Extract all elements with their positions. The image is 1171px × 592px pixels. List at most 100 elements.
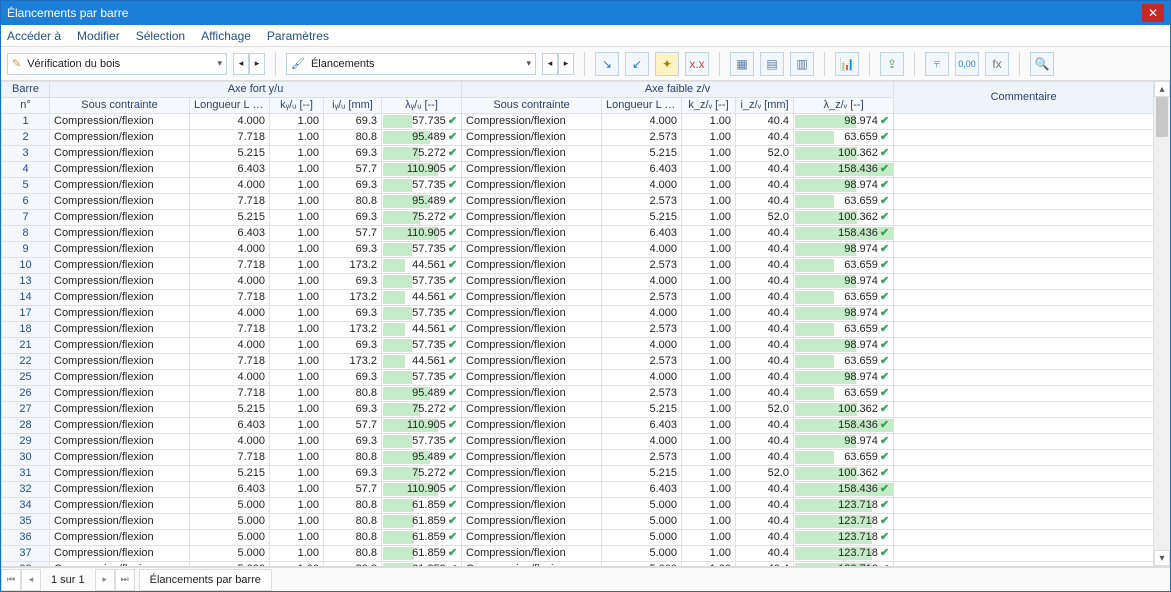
table-row[interactable]: 25Compression/flexion4.0001.0069.357.735… xyxy=(2,370,1154,386)
cell-kz[interactable]: 1.00 xyxy=(682,162,736,178)
cell-iy[interactable]: 80.8 xyxy=(324,546,382,562)
cell-constraint-z[interactable]: Compression/flexion xyxy=(462,306,602,322)
cell-lamy[interactable]: 95.489✔ xyxy=(382,194,462,210)
cell-kz[interactable]: 1.00 xyxy=(682,194,736,210)
cell-lamz[interactable]: 63.659✔ xyxy=(794,290,894,306)
hdr-lamy[interactable]: λᵧ/ᵤ [--] xyxy=(382,98,462,114)
cell-lamy[interactable]: 61.859✔ xyxy=(382,514,462,530)
cell-comment[interactable] xyxy=(894,386,1154,402)
cell-lamz[interactable]: 158.436✔ xyxy=(794,226,894,242)
cell-iz[interactable]: 40.4 xyxy=(736,114,794,130)
cell-iy[interactable]: 57.7 xyxy=(324,226,382,242)
cell-lamy[interactable]: 57.735✔ xyxy=(382,306,462,322)
cell-iz[interactable]: 40.4 xyxy=(736,290,794,306)
cell-lamz[interactable]: 100.362✔ xyxy=(794,210,894,226)
cell-constraint-z[interactable]: Compression/flexion xyxy=(462,530,602,546)
cell-ky[interactable]: 1.00 xyxy=(270,354,324,370)
cell-constraint-z[interactable]: Compression/flexion xyxy=(462,354,602,370)
cell-lamz[interactable]: 123.718✔ xyxy=(794,498,894,514)
cell-rownum[interactable]: 31 xyxy=(2,466,50,482)
cell-Ly[interactable]: 4.000 xyxy=(190,242,270,258)
cell-ky[interactable]: 1.00 xyxy=(270,130,324,146)
cell-lamy[interactable]: 44.561✔ xyxy=(382,258,462,274)
cell-iz[interactable]: 40.4 xyxy=(736,162,794,178)
cell-constraint-y[interactable]: Compression/flexion xyxy=(50,354,190,370)
cell-iz[interactable]: 40.4 xyxy=(736,386,794,402)
cell-Ly[interactable]: 4.000 xyxy=(190,178,270,194)
cell-ky[interactable]: 1.00 xyxy=(270,290,324,306)
cell-lamz[interactable]: 98.974✔ xyxy=(794,306,894,322)
cell-ky[interactable]: 1.00 xyxy=(270,386,324,402)
cell-constraint-y[interactable]: Compression/flexion xyxy=(50,530,190,546)
cell-rownum[interactable]: 1 xyxy=(2,114,50,130)
cell-Ly[interactable]: 5.000 xyxy=(190,546,270,562)
cell-rownum[interactable]: 26 xyxy=(2,386,50,402)
cell-Ly[interactable]: 5.215 xyxy=(190,210,270,226)
table-row[interactable]: 26Compression/flexion7.7181.0080.895.489… xyxy=(2,386,1154,402)
cell-Ly[interactable]: 4.000 xyxy=(190,114,270,130)
cell-constraint-y[interactable]: Compression/flexion xyxy=(50,338,190,354)
cell-lamz[interactable]: 63.659✔ xyxy=(794,258,894,274)
cell-Ly[interactable]: 4.000 xyxy=(190,370,270,386)
cell-rownum[interactable]: 7 xyxy=(2,210,50,226)
cell-iz[interactable]: 40.4 xyxy=(736,178,794,194)
cell-constraint-z[interactable]: Compression/flexion xyxy=(462,546,602,562)
cell-Lz[interactable]: 4.000 xyxy=(602,242,682,258)
cell-kz[interactable]: 1.00 xyxy=(682,546,736,562)
cell-constraint-z[interactable]: Compression/flexion xyxy=(462,386,602,402)
cell-lamz[interactable]: 123.718✔ xyxy=(794,546,894,562)
cell-Ly[interactable]: 7.718 xyxy=(190,130,270,146)
cell-kz[interactable]: 1.00 xyxy=(682,290,736,306)
cell-Ly[interactable]: 5.000 xyxy=(190,530,270,546)
cell-lamz[interactable]: 98.974✔ xyxy=(794,114,894,130)
table-row[interactable]: 29Compression/flexion4.0001.0069.357.735… xyxy=(2,434,1154,450)
cell-ky[interactable]: 1.00 xyxy=(270,562,324,568)
cell-Lz[interactable]: 5.000 xyxy=(602,514,682,530)
cell-Lz[interactable]: 4.000 xyxy=(602,306,682,322)
pager-prev[interactable]: ◂ xyxy=(21,569,41,591)
table-row[interactable]: 34Compression/flexion5.0001.0080.861.859… xyxy=(2,498,1154,514)
cell-lamz[interactable]: 123.718✔ xyxy=(794,562,894,568)
cell-comment[interactable] xyxy=(894,178,1154,194)
cell-ky[interactable]: 1.00 xyxy=(270,402,324,418)
cell-constraint-y[interactable]: Compression/flexion xyxy=(50,306,190,322)
hdr-kz[interactable]: k_z/ᵥ [--] xyxy=(682,98,736,114)
cell-constraint-y[interactable]: Compression/flexion xyxy=(50,242,190,258)
cell-lamz[interactable]: 158.436✔ xyxy=(794,482,894,498)
cell-Lz[interactable]: 5.000 xyxy=(602,498,682,514)
cell-lamy[interactable]: 57.735✔ xyxy=(382,434,462,450)
menu-edit[interactable]: Modifier xyxy=(77,29,120,43)
cell-lamz[interactable]: 123.718✔ xyxy=(794,514,894,530)
tool-highlight[interactable]: ✦ xyxy=(655,52,679,76)
cell-kz[interactable]: 1.00 xyxy=(682,242,736,258)
cell-lamz[interactable]: 158.436✔ xyxy=(794,162,894,178)
cell-Ly[interactable]: 7.718 xyxy=(190,322,270,338)
cell-kz[interactable]: 1.00 xyxy=(682,306,736,322)
tool-grid1[interactable]: ▦ xyxy=(730,52,754,76)
hdr-iz[interactable]: i_z/ᵥ [mm] xyxy=(736,98,794,114)
cell-rownum[interactable]: 36 xyxy=(2,530,50,546)
cell-kz[interactable]: 1.00 xyxy=(682,274,736,290)
cell-kz[interactable]: 1.00 xyxy=(682,210,736,226)
cell-rownum[interactable]: 14 xyxy=(2,290,50,306)
cell-constraint-y[interactable]: Compression/flexion xyxy=(50,498,190,514)
table-row[interactable]: 4Compression/flexion6.4031.0057.7110.905… xyxy=(2,162,1154,178)
cell-kz[interactable]: 1.00 xyxy=(682,434,736,450)
cell-iz[interactable]: 40.4 xyxy=(736,258,794,274)
cell-Lz[interactable]: 4.000 xyxy=(602,434,682,450)
cell-Lz[interactable]: 4.000 xyxy=(602,178,682,194)
cell-iy[interactable]: 173.2 xyxy=(324,290,382,306)
cell-Lz[interactable]: 6.403 xyxy=(602,226,682,242)
cell-Ly[interactable]: 4.000 xyxy=(190,306,270,322)
cell-iy[interactable]: 69.3 xyxy=(324,338,382,354)
tool-grid3[interactable]: ▥ xyxy=(790,52,814,76)
hdr-sc-y[interactable]: Sous contrainte xyxy=(50,98,190,114)
cell-lamz[interactable]: 98.974✔ xyxy=(794,338,894,354)
footer-tab[interactable]: Élancements par barre xyxy=(139,569,272,591)
cell-rownum[interactable]: 9 xyxy=(2,242,50,258)
cell-iz[interactable]: 40.4 xyxy=(736,194,794,210)
cell-ky[interactable]: 1.00 xyxy=(270,322,324,338)
cell-constraint-z[interactable]: Compression/flexion xyxy=(462,498,602,514)
cell-iy[interactable]: 57.7 xyxy=(324,418,382,434)
cell-comment[interactable] xyxy=(894,306,1154,322)
